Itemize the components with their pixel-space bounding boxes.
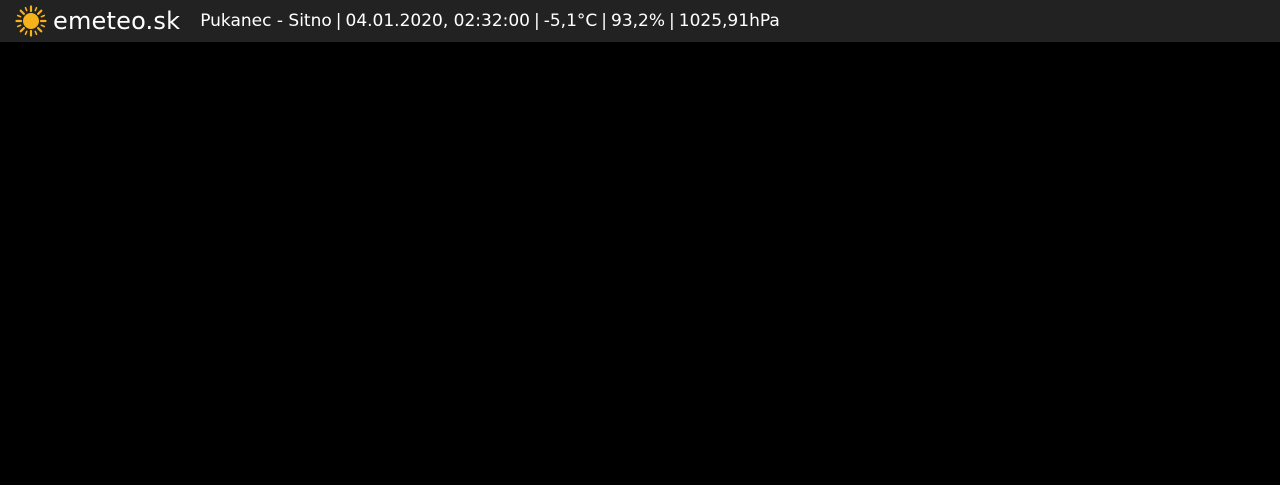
camera-view	[0, 42, 1280, 485]
top-bar: emeteo.sk Pukanec - Sitno | 04.01.2020, …	[0, 0, 1280, 42]
station-name: Pukanec - Sitno	[200, 11, 332, 31]
separator: |	[669, 11, 675, 31]
separator: |	[534, 11, 540, 31]
brand-name: emeteo.sk	[53, 7, 181, 35]
humidity: 93,2%	[611, 11, 666, 31]
pressure: 1025,91hPa	[678, 11, 780, 31]
separator: |	[601, 11, 608, 31]
logo-link[interactable]: emeteo.sk	[15, 0, 180, 42]
temperature: -5,1°C	[543, 11, 598, 31]
station-status: Pukanec - Sitno | 04.01.2020, 02:32:00 |…	[200, 0, 780, 42]
datetime: 04.01.2020, 02:32:00	[345, 11, 531, 31]
separator: |	[335, 11, 342, 31]
sun-icon	[15, 5, 47, 37]
